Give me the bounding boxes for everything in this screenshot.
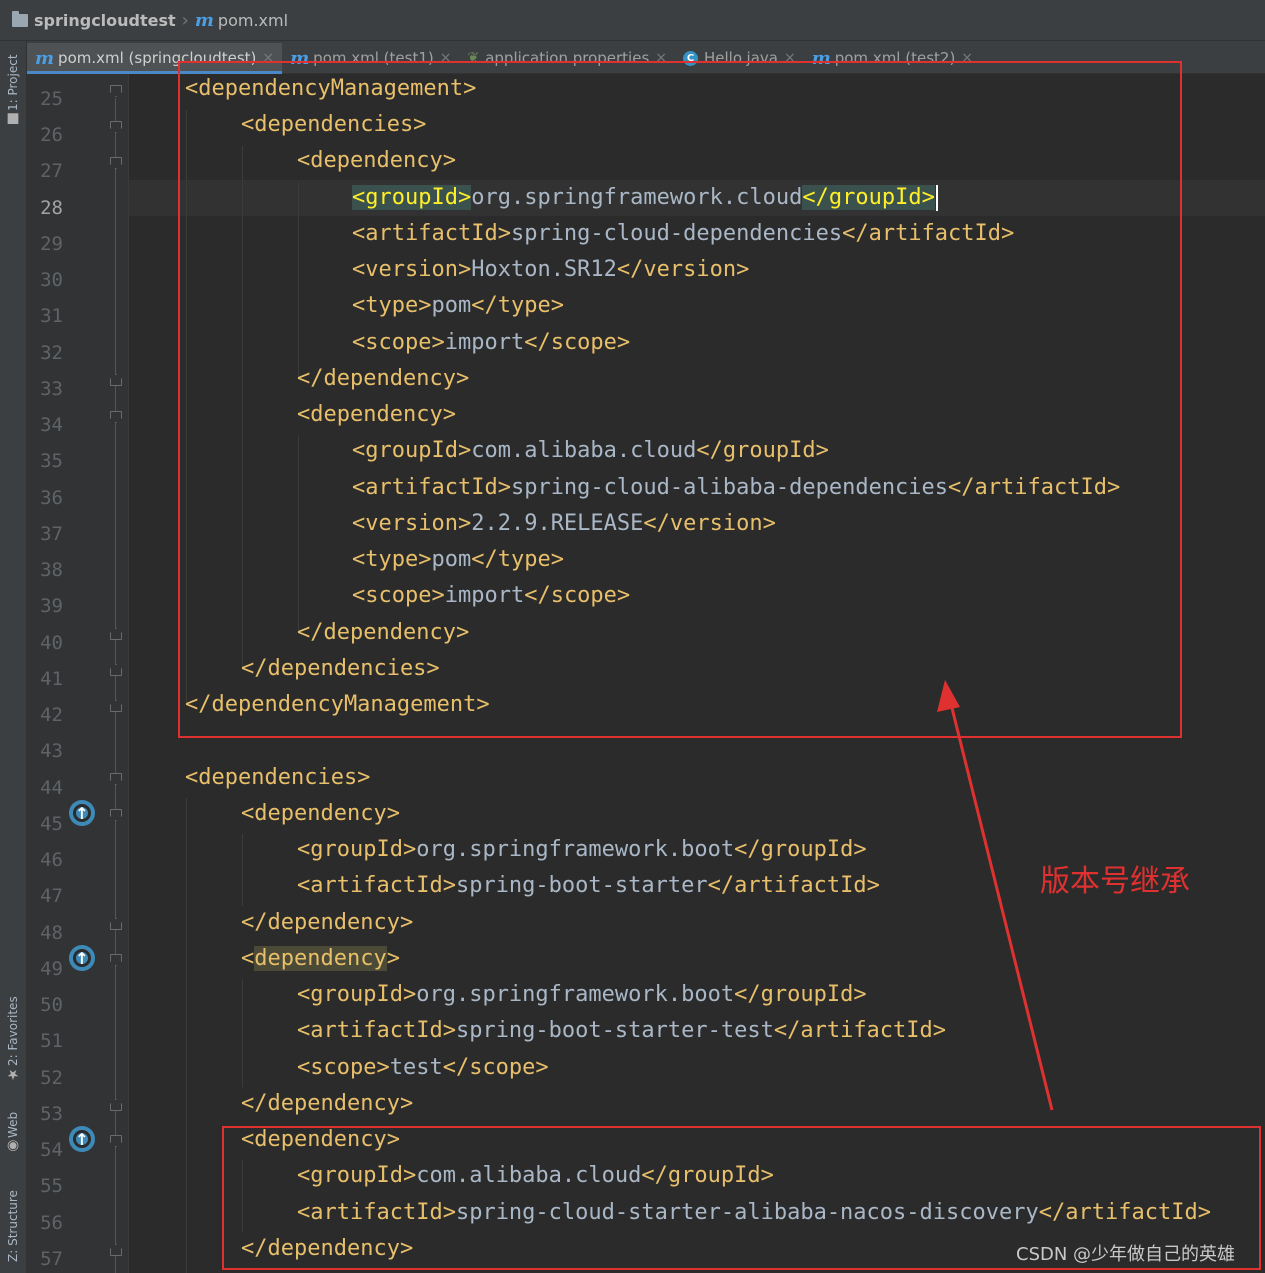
arrow-head [937,680,960,712]
annotation-label: 版本号继承 [1040,864,1190,899]
watermark: CSDN @少年做自己的英雄 [1016,1244,1236,1265]
annotation-arrow [937,680,1054,1111]
arrow-shaft [948,699,1054,1111]
